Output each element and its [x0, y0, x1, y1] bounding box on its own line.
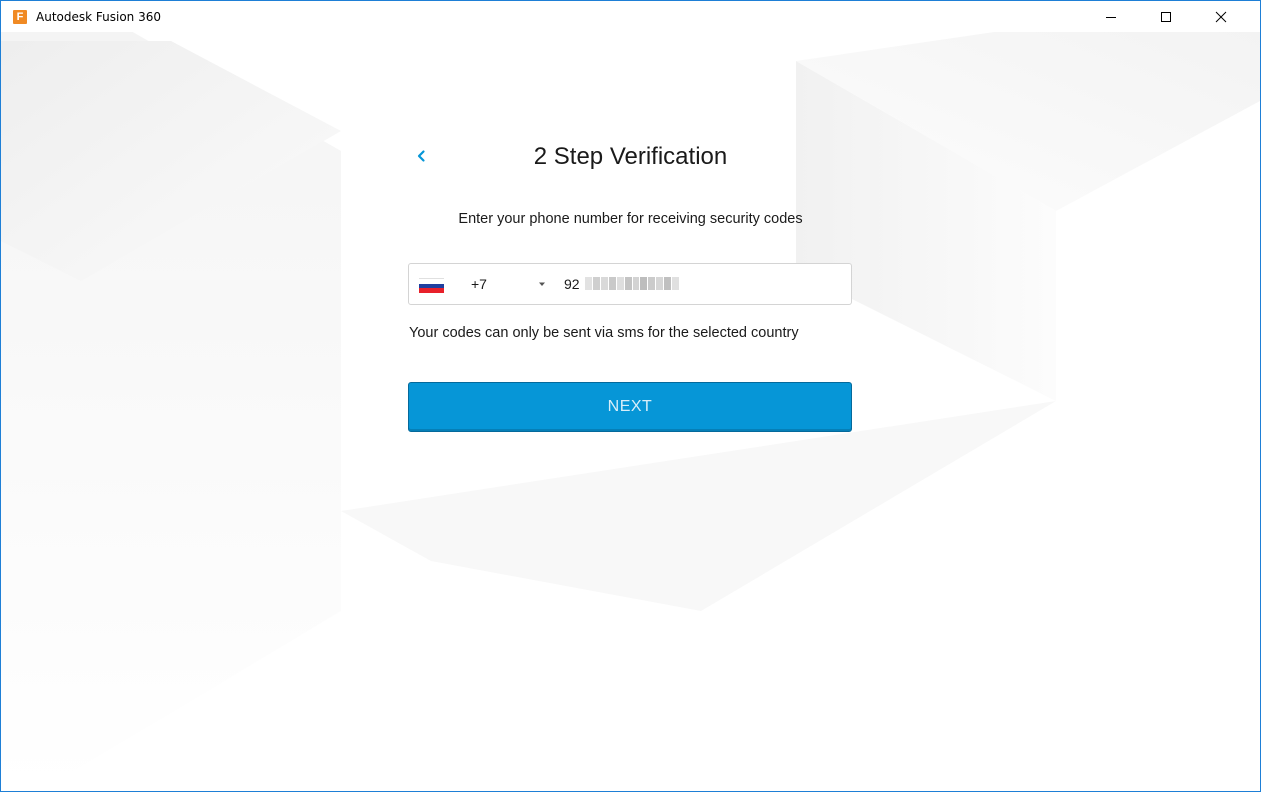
minimize-button[interactable]	[1088, 1, 1134, 32]
obscured-digits	[585, 277, 680, 290]
maximize-button[interactable]	[1143, 1, 1189, 32]
instruction-text: Enter your phone number for receiving se…	[458, 211, 803, 227]
country-dropdown[interactable]	[537, 278, 547, 290]
fusion-app-icon: F	[13, 10, 27, 24]
app-window: F Autodesk Fusion 360 2 Step Verificatio…	[0, 0, 1261, 792]
window-title: Autodesk Fusion 360	[36, 10, 161, 24]
phone-number-field[interactable]: +7	[408, 263, 852, 305]
page-title: 2 Step Verification	[533, 143, 728, 170]
close-button[interactable]	[1198, 1, 1244, 32]
sms-note: Your codes can only be sent via sms for …	[409, 325, 799, 341]
caret-down-icon	[539, 282, 545, 286]
country-code[interactable]: +7	[471, 275, 487, 293]
verification-panel: 2 Step Verification Enter your phone num…	[1, 1, 1260, 791]
maximize-icon	[1161, 11, 1171, 22]
next-button[interactable]: NEXT	[408, 382, 852, 432]
title-bar: F Autodesk Fusion 360	[1, 1, 1260, 32]
russia-flag-icon[interactable]	[419, 278, 444, 294]
close-icon	[1215, 11, 1227, 22]
minimize-icon	[1106, 16, 1116, 18]
